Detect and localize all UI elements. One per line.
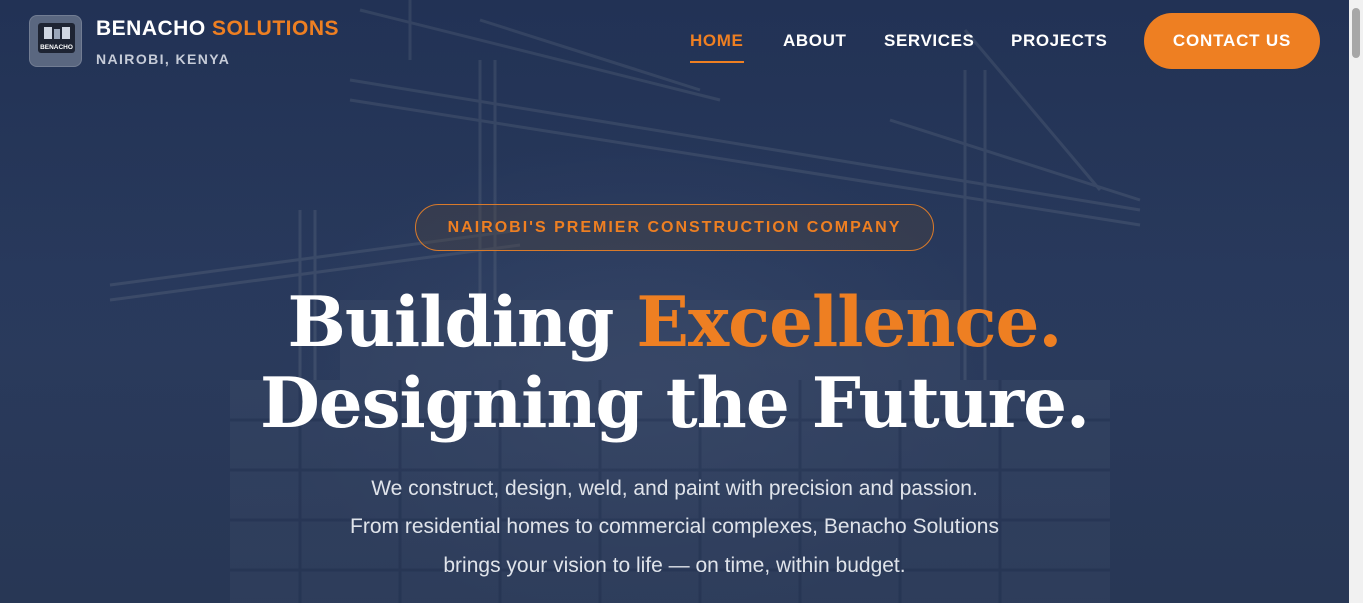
nav-services[interactable]: SERVICES bbox=[884, 31, 974, 51]
headline-accent-text: Excellence. bbox=[636, 282, 1062, 363]
company-logo[interactable]: BENACHO bbox=[29, 15, 82, 67]
hero-headline-line2: Designing the Future. bbox=[259, 363, 1090, 444]
brand-name[interactable]: BENACHO SOLUTIONS bbox=[96, 17, 339, 41]
nav-projects[interactable]: PROJECTS bbox=[1011, 31, 1107, 51]
headline-main-text: Building bbox=[287, 282, 637, 363]
page-scrollbar[interactable] bbox=[1349, 0, 1363, 603]
logo-emblem-icon: BENACHO bbox=[38, 23, 75, 53]
nav-about[interactable]: ABOUT bbox=[783, 31, 846, 51]
nav-active-underline bbox=[690, 61, 744, 63]
hero-section: BENACHO BENACHO SOLUTIONS NAIROBI, KENYA… bbox=[0, 0, 1349, 603]
logo-text: BENACHO bbox=[40, 44, 73, 51]
brand-name-main: BENACHO bbox=[96, 17, 206, 40]
hero-badge: NAIROBI'S PREMIER CONSTRUCTION COMPANY bbox=[415, 204, 934, 251]
brand-name-accent: SOLUTIONS bbox=[212, 17, 340, 40]
brand-location: NAIROBI, KENYA bbox=[96, 51, 231, 67]
hero-subtext-line1: We construct, design, weld, and paint wi… bbox=[371, 477, 978, 500]
hero-headline-line1: Building Excellence. bbox=[0, 283, 1349, 363]
nav-home[interactable]: HOME bbox=[690, 31, 743, 51]
scrollbar-thumb[interactable] bbox=[1352, 8, 1360, 58]
contact-us-button[interactable]: CONTACT US bbox=[1144, 13, 1320, 69]
hero-subtext-line2: From residential homes to commercial com… bbox=[350, 515, 999, 538]
hero-subtext-line3: brings your vision to life — on time, wi… bbox=[443, 554, 906, 577]
